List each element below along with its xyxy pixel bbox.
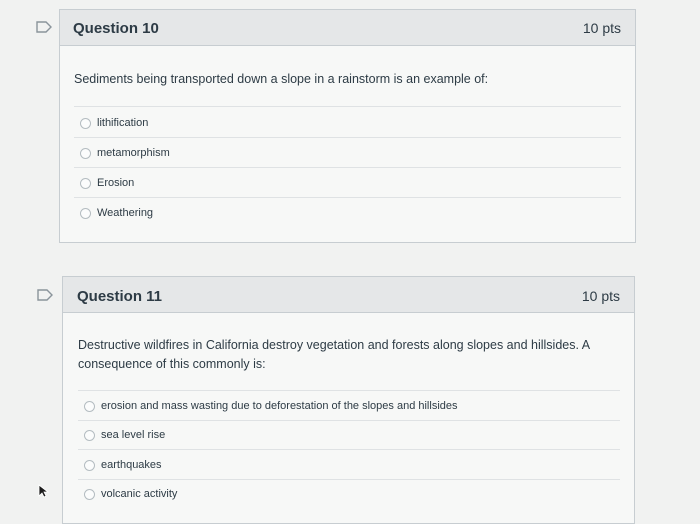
answer-label: Erosion xyxy=(97,177,135,189)
answer-option[interactable]: sea level rise xyxy=(84,427,165,443)
answer-option[interactable]: volcanic activity xyxy=(84,486,177,502)
question-text: Destructive wildfires in California dest… xyxy=(78,338,590,371)
answer-label: volcanic activity xyxy=(101,488,178,500)
divider xyxy=(74,137,621,138)
radio-button[interactable] xyxy=(84,400,95,412)
answer-option[interactable]: earthquakes xyxy=(84,457,162,473)
question-title: Question 10 xyxy=(73,20,159,37)
answer-option[interactable]: erosion and mass wasting due to deforest… xyxy=(84,398,458,414)
answer-label: sea level rise xyxy=(101,429,166,441)
radio-button[interactable] xyxy=(84,488,95,500)
question-points: 10 pts xyxy=(582,20,621,36)
answer-option[interactable]: Weathering xyxy=(80,205,153,221)
answer-option[interactable]: metamorphism xyxy=(80,145,170,161)
divider xyxy=(74,197,621,198)
question-text: Sediments being transported down a slope… xyxy=(74,72,489,86)
flag-question-icon[interactable] xyxy=(36,21,52,33)
divider xyxy=(78,449,620,450)
question-points: 10 pts xyxy=(581,288,620,304)
answer-label: erosion and mass wasting due to deforest… xyxy=(101,400,458,412)
flag-question-icon[interactable] xyxy=(37,289,53,301)
radio-button[interactable] xyxy=(80,207,91,219)
answer-label: earthquakes xyxy=(101,459,162,471)
radio-button[interactable] xyxy=(80,177,91,189)
radio-button[interactable] xyxy=(84,429,95,441)
mouse-pointer-icon xyxy=(38,484,50,503)
divider xyxy=(78,479,620,480)
answer-option[interactable]: lithification xyxy=(80,115,148,131)
answer-label: lithification xyxy=(97,117,149,129)
answer-label: metamorphism xyxy=(97,147,170,159)
radio-button[interactable] xyxy=(80,147,91,159)
question-card-11: Question 11 10 pts Destructive wildfires… xyxy=(62,276,635,524)
radio-button[interactable] xyxy=(84,459,95,471)
answer-option[interactable]: Erosion xyxy=(80,175,134,191)
divider xyxy=(74,106,621,107)
question-header: Question 11 10 pts xyxy=(63,277,634,313)
question-header: Question 10 10 pts xyxy=(60,10,635,46)
radio-button[interactable] xyxy=(80,117,91,129)
question-card-10: Question 10 10 pts Sediments being trans… xyxy=(59,9,636,243)
answer-label: Weathering xyxy=(97,207,154,219)
divider xyxy=(78,390,620,391)
divider xyxy=(74,167,621,168)
divider xyxy=(78,420,620,421)
question-title: Question 11 xyxy=(77,288,163,305)
